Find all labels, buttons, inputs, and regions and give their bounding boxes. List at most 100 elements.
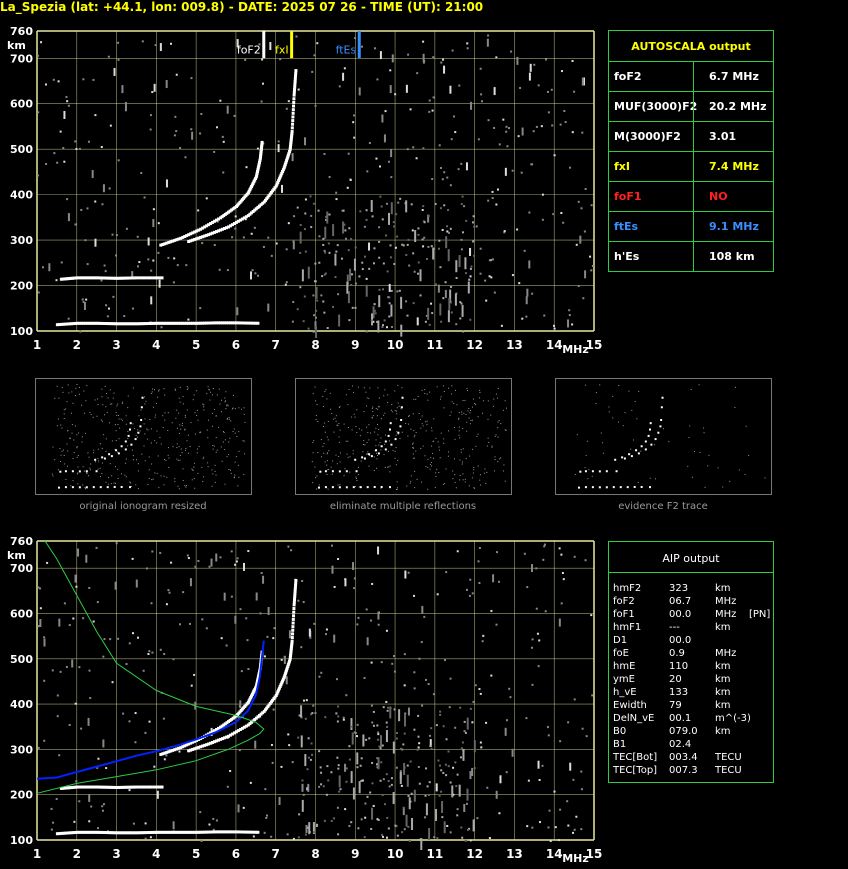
thumb-noise bbox=[240, 408, 242, 410]
noise-dot bbox=[326, 765, 329, 768]
noise-dot bbox=[469, 839, 472, 842]
noise-dot bbox=[433, 836, 436, 839]
noise-dot bbox=[390, 783, 393, 786]
thumb-noise bbox=[504, 400, 506, 402]
noise-dot bbox=[323, 153, 326, 156]
noise-dot bbox=[75, 147, 78, 150]
noise-dot bbox=[233, 114, 236, 117]
noise-dot bbox=[550, 88, 553, 91]
noise-dot bbox=[365, 284, 368, 297]
thumb-noise bbox=[150, 442, 152, 444]
noise-dot bbox=[153, 83, 156, 92]
thumb-noise bbox=[63, 418, 65, 420]
noise-dot bbox=[442, 771, 445, 774]
trace-point bbox=[291, 632, 295, 636]
thumb-noise bbox=[192, 399, 194, 401]
thumb-noise bbox=[61, 387, 63, 389]
thumbnail-eliminate-multiple bbox=[295, 378, 512, 495]
noise-dot bbox=[221, 135, 224, 138]
noise-dot bbox=[304, 137, 307, 146]
thumb-noise bbox=[115, 466, 117, 468]
noise-dot bbox=[124, 101, 127, 110]
thumb-noise bbox=[56, 385, 58, 387]
noise-dot bbox=[531, 683, 534, 686]
thumb-noise bbox=[201, 466, 203, 468]
aip-unit: km bbox=[715, 726, 731, 737]
thumb-noise bbox=[438, 449, 440, 451]
noise-dot bbox=[396, 235, 399, 238]
thumb-trace bbox=[400, 406, 403, 409]
noise-dot bbox=[490, 276, 493, 279]
noise-dot bbox=[410, 203, 413, 206]
noise-dot bbox=[407, 571, 410, 574]
noise-dot bbox=[473, 740, 476, 753]
thumb-noise bbox=[127, 430, 129, 432]
noise-dot bbox=[365, 218, 368, 221]
noise-dot bbox=[107, 55, 110, 58]
thumb-noise bbox=[416, 478, 418, 480]
noise-dot bbox=[361, 261, 364, 264]
noise-dot bbox=[300, 735, 303, 748]
noise-dot bbox=[449, 184, 452, 187]
thumb-noise bbox=[407, 435, 409, 437]
thumb-noise bbox=[94, 461, 96, 463]
thumb-noise bbox=[177, 485, 179, 487]
thumb-noise bbox=[459, 459, 461, 461]
thumb-noise bbox=[633, 439, 635, 441]
noise-dot bbox=[543, 543, 546, 546]
thumb-noise bbox=[193, 394, 195, 396]
thumb-noise bbox=[213, 445, 215, 447]
thumb-noise bbox=[429, 464, 431, 466]
thumb-noise bbox=[371, 416, 373, 418]
noise-dot bbox=[312, 330, 315, 333]
noise-dot bbox=[360, 757, 363, 760]
noise-dot bbox=[466, 47, 469, 50]
thumb-noise bbox=[443, 438, 445, 440]
thumb-noise bbox=[70, 485, 72, 487]
noise-dot bbox=[123, 315, 126, 318]
noise-dot bbox=[426, 785, 429, 788]
thumb-trace bbox=[661, 396, 664, 399]
noise-dot bbox=[390, 202, 393, 215]
noise-dot bbox=[103, 638, 106, 641]
noise-dot bbox=[567, 721, 570, 724]
noise-dot bbox=[590, 614, 593, 617]
noise-dot bbox=[85, 298, 88, 301]
noise-dot bbox=[157, 251, 160, 254]
thumb-noise bbox=[72, 457, 74, 459]
noise-dot bbox=[510, 50, 513, 53]
trace-point bbox=[291, 625, 295, 629]
noise-dot bbox=[445, 236, 448, 249]
noise-dot bbox=[544, 610, 547, 613]
thumb-noise bbox=[358, 486, 360, 488]
thumb-noise bbox=[225, 408, 227, 410]
thumb-noise bbox=[355, 426, 357, 428]
thumb-noise bbox=[494, 435, 496, 437]
aip-name: foE bbox=[613, 648, 629, 659]
noise-dot bbox=[432, 96, 435, 99]
thumb-noise bbox=[86, 472, 88, 474]
noise-dot bbox=[219, 556, 222, 559]
thumb-noise bbox=[212, 425, 214, 427]
thumb-noise bbox=[212, 473, 214, 475]
thumb-noise bbox=[107, 483, 109, 485]
thumb-noise bbox=[234, 474, 236, 476]
noise-dot bbox=[376, 724, 379, 727]
noise-dot bbox=[393, 262, 396, 265]
autoscala-divider bbox=[693, 122, 694, 152]
thumb-noise bbox=[631, 409, 633, 411]
noise-dot bbox=[376, 78, 379, 81]
thumb-noise bbox=[483, 472, 485, 474]
noise-dot bbox=[420, 837, 423, 850]
noise-dot bbox=[370, 704, 373, 707]
thumb-noise bbox=[101, 447, 103, 449]
thumb-trace bbox=[117, 452, 120, 455]
thumb-noise bbox=[431, 465, 433, 467]
thumb-noise bbox=[70, 412, 72, 414]
noise-dot bbox=[537, 760, 540, 769]
noise-dot bbox=[430, 747, 433, 750]
thumb-noise bbox=[316, 475, 318, 477]
thumb-noise bbox=[320, 439, 322, 441]
aip-value: 323 bbox=[669, 583, 689, 594]
thumb-noise bbox=[704, 486, 706, 488]
